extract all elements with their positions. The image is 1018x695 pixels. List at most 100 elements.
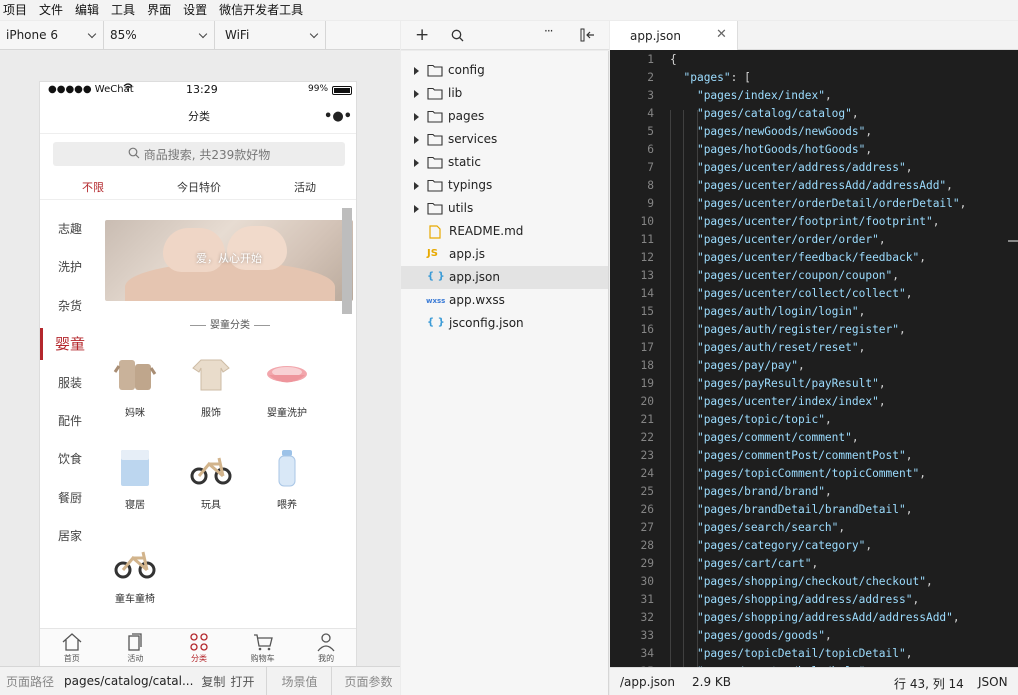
line-number: 12 [640,251,654,264]
search-icon[interactable] [451,29,464,45]
category-item[interactable]: 饮食 [40,440,100,478]
page-params-button[interactable]: 页面参数 [344,673,392,690]
menu-tools[interactable]: 工具 [108,0,138,20]
bodysuit-icon [189,354,233,398]
category-item[interactable]: 洗护 [40,248,100,286]
menu-settings[interactable]: 设置 [180,0,210,20]
category-item[interactable]: 餐厨 [40,479,100,517]
file-size-status: 2.9 KB [692,675,731,689]
code-text: "pages/index/index", [696,89,832,102]
line-number: 9 [647,197,654,210]
product-item[interactable]: 玩具 [181,446,241,511]
category-item[interactable]: 配件 [40,402,100,440]
filter-tab-activity[interactable]: 活动 [252,176,356,199]
file-tree-item[interactable]: config [401,59,609,82]
file-tree-label: config [448,63,485,77]
menu-file[interactable]: 文件 [36,0,66,20]
chevron-right-icon[interactable] [414,67,419,75]
line-number: 34 [640,647,654,660]
copy-path-link[interactable]: 复制 [201,673,225,690]
chevron-right-icon[interactable] [414,159,419,167]
menu-devtools[interactable]: 微信开发者工具 [216,0,306,20]
file-tree-item[interactable]: utils [401,197,609,220]
file-tree-item[interactable]: README.md [401,220,609,243]
scene-value-button[interactable]: 场景值 [281,673,317,690]
category-item[interactable]: 杂货 [40,287,100,325]
network-select[interactable]: WiFi [215,21,326,49]
phone-status-bar: ●●●●● WeChat 13:29 99% [40,82,356,100]
chevron-right-icon[interactable] [414,90,419,98]
simulator-toolbar: iPhone 6 85% WiFi [0,21,400,50]
file-tree-item[interactable]: { } app.json [401,266,609,289]
category-item[interactable]: 服装 [40,364,100,402]
code-line: 22 "pages/comment/comment", [610,429,1018,447]
line-number: 4 [647,107,654,120]
file-tree-item[interactable]: wxss app.wxss [401,289,609,312]
cursor-position-status[interactable]: 行 43, 列 14 [894,675,964,692]
product-item[interactable]: 寝居 [105,446,165,511]
file-tree-item[interactable]: services [401,128,609,151]
product-item[interactable]: 喂养 [257,446,317,511]
chevron-right-icon[interactable] [414,205,419,213]
code-line: 24 "pages/topicComment/topicComment", [610,465,1018,483]
category-banner[interactable]: 爱，从心开始 [105,220,353,301]
code-editor[interactable]: 1{2 "pages": [3 "pages/index/index", 4 "p… [610,50,1018,667]
filter-tab-today[interactable]: 今日特价 [146,176,252,199]
chevron-right-icon[interactable] [414,136,419,144]
bedding-icon [113,446,157,490]
file-tree-item[interactable]: static [401,151,609,174]
file-path-status: /app.json [620,675,675,689]
folder-icon [427,156,443,172]
baby-bottle-icon [265,446,309,490]
open-path-link[interactable]: 打开 [230,673,254,690]
tab-cart[interactable]: 购物车 [231,629,295,666]
scrollbar[interactable] [1008,240,1018,242]
simulator-area: ●●●●● WeChat 13:29 99% 分类 •●• 商品搜索, 共239… [0,51,400,666]
close-icon[interactable]: ✕ [716,27,727,42]
product-label: 妈咪 [125,408,145,419]
code-text: "pages/goods/goods", [696,629,832,642]
tab-home[interactable]: 首页 [40,629,104,666]
zoom-select-value: 85% [110,28,137,42]
product-item[interactable]: 妈咪 [105,354,165,419]
more-menu-icon[interactable]: •●• [324,100,352,134]
json-file-icon: { } [427,271,445,282]
filter-tab-all[interactable]: 不限 [40,176,146,199]
file-tree-item[interactable]: lib [401,82,609,105]
product-item[interactable]: 童车童椅 [105,540,165,605]
tab-profile[interactable]: 我的 [294,629,356,666]
file-tree-item[interactable]: JS app.js [401,243,609,266]
line-number: 11 [640,233,654,246]
code-text: "pages/brandDetail/brandDetail", [696,503,913,516]
chevron-right-icon[interactable] [414,182,419,190]
search-icon [128,147,140,162]
file-tree-item[interactable]: typings [401,174,609,197]
category-item[interactable]: 居家 [40,517,100,555]
tab-activity[interactable]: 活动 [104,629,168,666]
product-item[interactable]: 服饰 [181,354,241,419]
file-tree-item[interactable]: pages [401,105,609,128]
chevron-right-icon[interactable] [414,113,419,121]
menu-view[interactable]: 界面 [144,0,174,20]
clothing-set-icon [113,354,157,398]
language-mode-status[interactable]: JSON [978,675,1008,689]
menu-edit[interactable]: 编辑 [72,0,102,20]
editor-tab-app-json[interactable]: app.json ✕ [610,21,738,50]
tab-category[interactable]: 分类 [167,629,231,666]
search-input[interactable]: 商品搜索, 共239款好物 [53,142,345,166]
json-file-icon: { } [427,317,445,328]
file-tree-item[interactable]: { } jsconfig.json [401,312,609,335]
code-line: 34 "pages/topicDetail/topicDetail", [610,645,1018,663]
code-line: 25 "pages/brand/brand", [610,483,1018,501]
category-item[interactable]: 志趣 [40,210,100,248]
product-item[interactable]: 婴童洗护 [257,354,317,419]
add-file-icon[interactable]: + [415,25,429,45]
code-line: 29 "pages/cart/cart", [610,555,1018,573]
category-item-active[interactable]: 婴童 [40,325,100,363]
zoom-select[interactable]: 85% [104,21,215,49]
device-select[interactable]: iPhone 6 [0,21,104,49]
more-options-icon[interactable]: ··· [544,24,554,38]
collapse-panel-icon[interactable] [580,28,596,45]
menu-project[interactable]: 项目 [0,0,30,20]
scrollbar[interactable] [342,208,352,314]
